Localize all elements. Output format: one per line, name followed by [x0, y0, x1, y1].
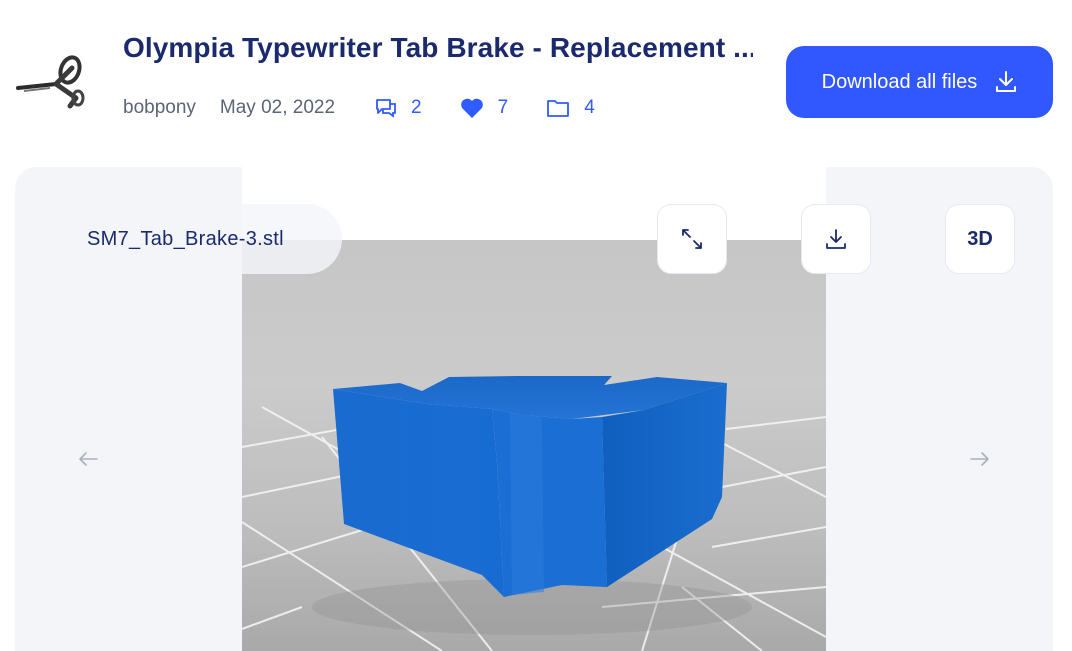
filename-text: SM7_Tab_Brake-3.stl [87, 227, 284, 250]
page-title: Olympia Typewriter Tab Brake - Replaceme… [123, 32, 753, 63]
arrow-left-icon [77, 450, 99, 468]
download-all-label: Download all files [821, 70, 978, 93]
collections-count: 4 [584, 97, 595, 118]
3d-view-label: 3D [967, 227, 993, 250]
next-image-button[interactable] [965, 447, 995, 471]
likes-count: 7 [497, 97, 509, 118]
model-meta: bobpony May 02, 2022 2 7 4 [123, 94, 633, 122]
folder-icon [546, 98, 584, 118]
comment-icon [375, 97, 411, 119]
collections-stat[interactable]: 4 [546, 97, 595, 119]
filename-label: SM7_Tab_Brake-3.stl [51, 204, 342, 274]
download-icon [977, 70, 1017, 94]
likes-stat[interactable]: 7 [460, 97, 509, 119]
arrow-right-icon [969, 450, 991, 468]
comments-stat[interactable]: 2 [375, 97, 422, 119]
publish-date: May 02, 2022 [219, 97, 336, 118]
download-all-button[interactable]: Download all files [786, 46, 1053, 118]
3d-view-button[interactable]: 3D [945, 204, 1015, 274]
download-icon [825, 227, 847, 251]
expand-icon [680, 227, 704, 251]
fullscreen-button[interactable] [657, 204, 727, 274]
author-link[interactable]: bobpony [123, 97, 196, 119]
previous-image-button[interactable] [73, 447, 103, 471]
comments-count: 2 [411, 97, 422, 118]
heart-icon [460, 97, 498, 119]
model-viewer[interactable]: SM7_Tab_Brake-3.stl 3D [15, 167, 1053, 651]
model-thumbnail[interactable] [14, 40, 94, 120]
download-file-button[interactable] [801, 204, 871, 274]
